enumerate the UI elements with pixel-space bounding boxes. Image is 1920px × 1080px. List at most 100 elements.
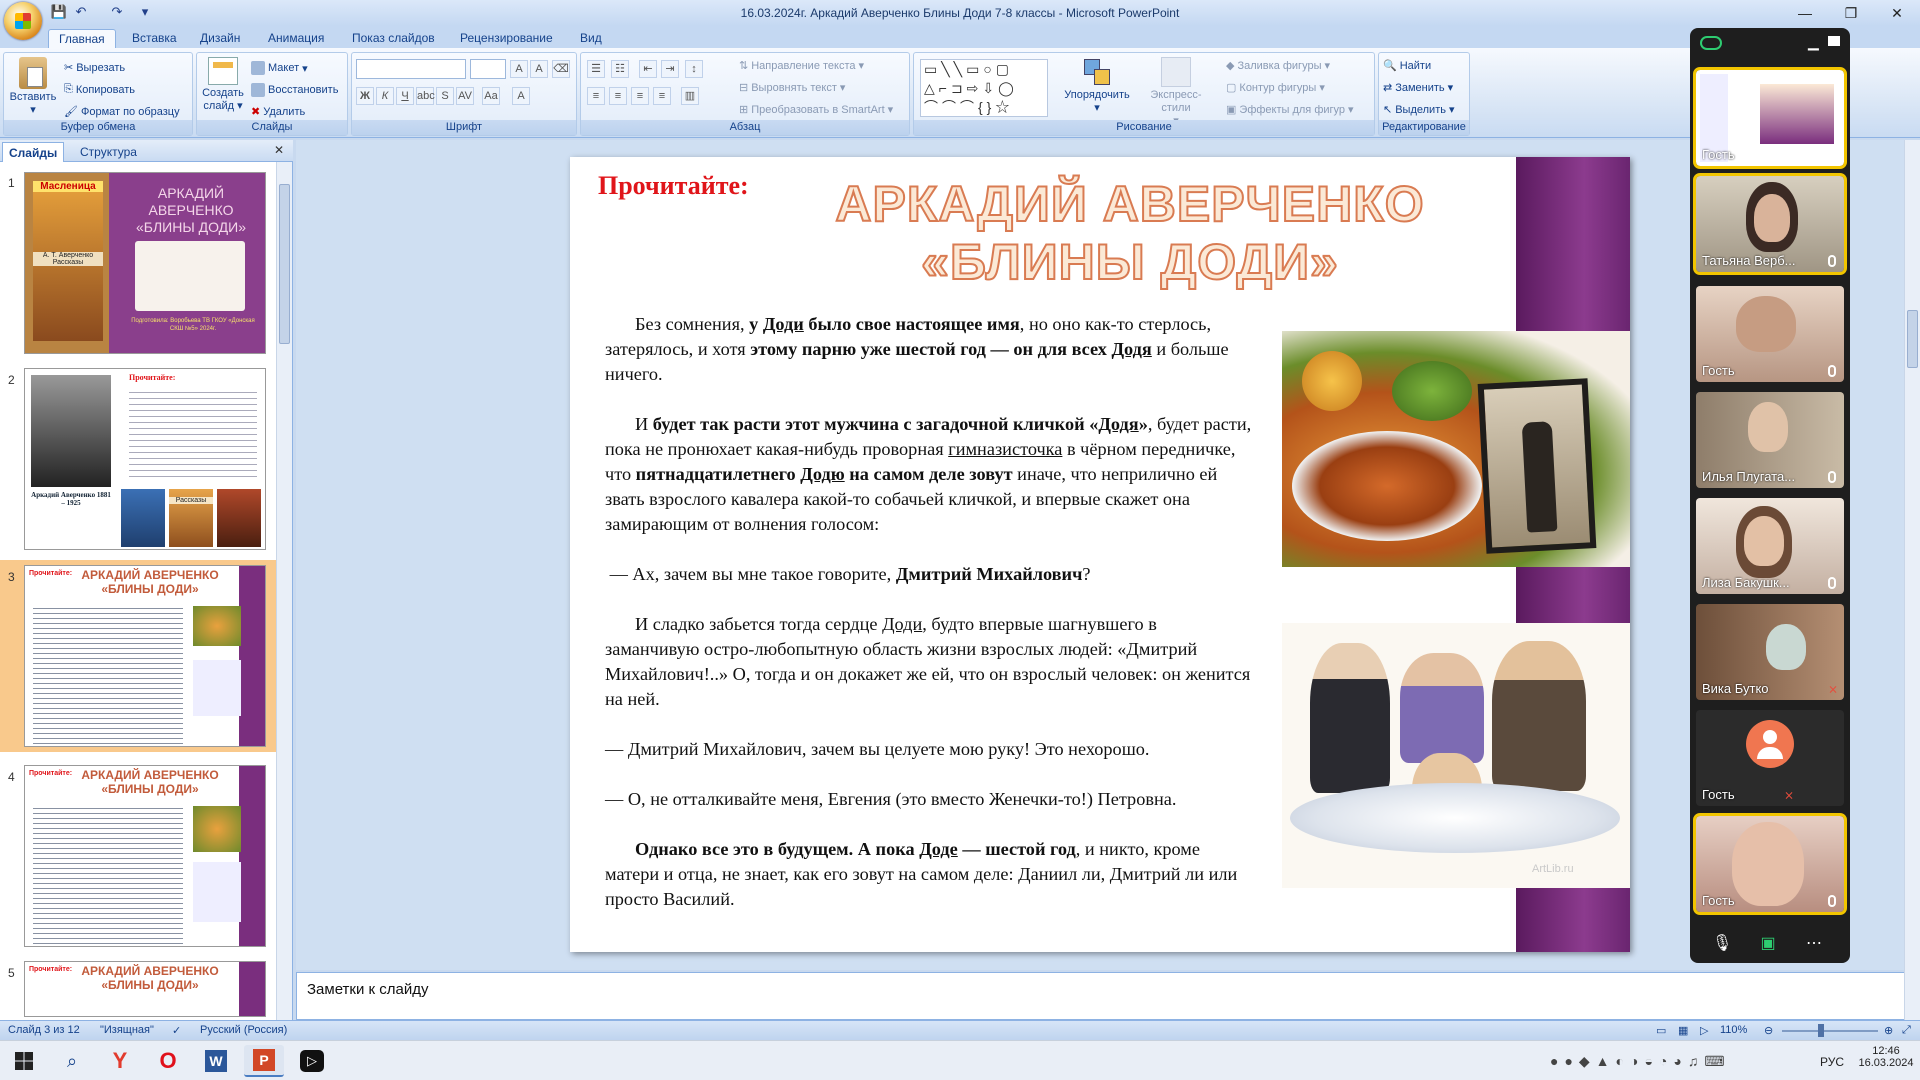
redo-icon[interactable]: ↷: [108, 3, 126, 21]
tab-animation[interactable]: Анимация: [258, 29, 334, 48]
minimize-button[interactable]: —: [1782, 0, 1828, 26]
layout-button[interactable]: Макет ▾: [251, 61, 308, 75]
undo-icon[interactable]: ↶: [72, 3, 90, 21]
participant-tile-4[interactable]: Илья Плугата...: [1696, 392, 1844, 488]
share-screen-icon[interactable]: ▣: [1758, 933, 1778, 953]
paste-button[interactable]: Вставить ▾: [8, 57, 58, 117]
theme-name[interactable]: "Изящная": [100, 1024, 154, 1036]
case-icon[interactable]: Aa: [482, 87, 500, 105]
find-button[interactable]: 🔍 Найти: [1383, 59, 1431, 73]
columns-icon[interactable]: ▥: [681, 87, 699, 105]
current-slide[interactable]: Прочитайте: АРКАДИЙ АВЕРЧЕНКО «БЛИНЫ ДОДИ…: [570, 157, 1630, 952]
tab-home[interactable]: Главная: [48, 29, 116, 48]
font-size-combo[interactable]: [470, 59, 506, 79]
restore-button[interactable]: ❐: [1828, 0, 1874, 26]
zoom-in-icon[interactable]: ⊕: [1884, 1024, 1893, 1037]
text-direction-button[interactable]: ⇅ Направление текста ▾: [739, 59, 864, 73]
more-options-icon[interactable]: ⋯: [1804, 933, 1824, 953]
shape-effects-button[interactable]: ▣ Эффекты для фигур ▾: [1226, 103, 1354, 117]
spacing-icon[interactable]: AV: [456, 87, 474, 105]
clear-format-icon[interactable]: ⌫: [552, 60, 570, 78]
fit-slide-icon[interactable]: ⤢: [1902, 1024, 1911, 1037]
minimize-panel-icon[interactable]: ▁: [1808, 34, 1819, 51]
close-button[interactable]: ✕: [1874, 0, 1920, 26]
normal-view-icon[interactable]: ▭: [1656, 1024, 1666, 1037]
shadow-icon[interactable]: S: [436, 87, 454, 105]
increase-indent-icon[interactable]: ⇥: [661, 60, 679, 78]
family-dinner-illustration[interactable]: ArtLib.ru: [1282, 623, 1630, 888]
quick-styles-button[interactable]: Экспресс-стили▾: [1136, 57, 1216, 128]
tab-review[interactable]: Рецензирование: [450, 29, 563, 48]
replace-button[interactable]: ⇄ Заменить ▾: [1383, 81, 1453, 95]
participant-tile-5[interactable]: Лиза Бакушк...: [1696, 498, 1844, 594]
zoom-level[interactable]: 110%: [1720, 1024, 1747, 1036]
participant-tile-8[interactable]: Гость: [1693, 813, 1847, 915]
participant-tile-6[interactable]: Вика Бутко ⨯: [1696, 604, 1844, 700]
format-painter-button[interactable]: 🖌 Формат по образцу: [64, 105, 180, 119]
strike-icon[interactable]: abc: [416, 87, 435, 105]
mute-mic-icon[interactable]: 🎙: [1712, 933, 1732, 953]
word-icon[interactable]: W: [196, 1045, 236, 1077]
pancakes-image[interactable]: [1282, 331, 1630, 567]
tab-outline[interactable]: Структура: [74, 142, 143, 162]
line-spacing-icon[interactable]: ↕: [685, 60, 703, 78]
slide-scrollbar[interactable]: [1904, 140, 1920, 1020]
tray-icons[interactable]: ●●◆▲◐◑◒◔◕♫⌨: [1550, 1053, 1731, 1070]
slide-thumbnail-5[interactable]: Прочитайте: АРКАДИЙ АВЕРЧЕНКО «БЛИНЫ ДОД…: [24, 961, 266, 1017]
zoom-slider[interactable]: [1782, 1030, 1878, 1032]
tab-insert[interactable]: Вставка: [122, 29, 187, 48]
align-center-icon[interactable]: ≡: [609, 87, 627, 105]
participant-tile-2[interactable]: Татьяна Верб...: [1693, 173, 1847, 275]
copy-button[interactable]: ⎘ Копировать: [64, 83, 135, 96]
office-button[interactable]: [4, 2, 42, 40]
yandex-browser-icon[interactable]: Y: [100, 1045, 140, 1077]
slideshow-view-icon[interactable]: ▷: [1700, 1024, 1708, 1037]
shape-outline-button[interactable]: ▢ Контур фигуры ▾: [1226, 81, 1325, 95]
slides-pane-scrollbar[interactable]: [276, 162, 292, 1020]
font-name-combo[interactable]: [356, 59, 466, 79]
numbering-icon[interactable]: ☷: [611, 60, 629, 78]
decrease-indent-icon[interactable]: ⇤: [639, 60, 657, 78]
smartart-button[interactable]: ⊞ Преобразовать в SmartArt ▾: [739, 103, 893, 117]
participant-tile-3[interactable]: Гость: [1696, 286, 1844, 382]
shapes-gallery[interactable]: ▭╲╲▭○▢ △⌐⊐⇨⇩◯ ⌒⌒⌒{}☆: [920, 59, 1048, 117]
slide-thumbnail-4[interactable]: Прочитайте: АРКАДИЙ АВЕРЧЕНКО «БЛИНЫ ДОД…: [24, 765, 266, 947]
scroll-thumb[interactable]: [279, 184, 290, 344]
customize-qa-icon[interactable]: ▾: [136, 3, 154, 21]
save-icon[interactable]: 💾: [50, 3, 68, 21]
close-pane-icon[interactable]: ✕: [274, 143, 284, 157]
participant-tile-1[interactable]: Гость: [1693, 67, 1847, 169]
search-icon[interactable]: ⌕: [52, 1045, 92, 1077]
shape-fill-button[interactable]: ◆ Заливка фигуры ▾: [1226, 59, 1330, 73]
expand-panel-icon[interactable]: [1828, 36, 1840, 46]
windows-start-icon[interactable]: [4, 1045, 44, 1077]
grow-font-icon[interactable]: A: [510, 60, 528, 78]
zoom-out-icon[interactable]: ⊖: [1764, 1024, 1773, 1037]
tab-design[interactable]: Дизайн: [190, 29, 250, 48]
language[interactable]: Русский (Россия): [200, 1024, 287, 1036]
tab-view[interactable]: Вид: [570, 29, 612, 48]
participant-tile-7[interactable]: Гость ⨯: [1696, 710, 1844, 806]
cut-button[interactable]: ✂ Вырезать: [64, 61, 125, 75]
shrink-font-icon[interactable]: A: [530, 60, 548, 78]
tab-slideshow[interactable]: Показ слайдов: [342, 29, 445, 48]
underline-icon[interactable]: Ч: [396, 87, 414, 105]
slide-thumbnail-2[interactable]: Аркадий Аверченко 1881 – 1925 Прочитайте…: [24, 368, 266, 550]
delete-slide-button[interactable]: ✖ Удалить: [251, 105, 305, 119]
sorter-view-icon[interactable]: ▦: [1678, 1024, 1688, 1037]
bullets-icon[interactable]: ☰: [587, 60, 605, 78]
select-button[interactable]: ↖ Выделить ▾: [1383, 103, 1455, 117]
bold-icon[interactable]: Ж: [356, 87, 374, 105]
spellcheck-icon[interactable]: ✓: [172, 1024, 181, 1037]
align-text-button[interactable]: ⊟ Выровнять текст ▾: [739, 81, 845, 95]
align-right-icon[interactable]: ≡: [631, 87, 649, 105]
opera-icon[interactable]: O: [148, 1045, 188, 1077]
scroll-thumb[interactable]: [1907, 310, 1918, 368]
powerpoint-icon[interactable]: P: [244, 1045, 284, 1077]
font-color-icon[interactable]: A: [512, 87, 530, 105]
italic-icon[interactable]: К: [376, 87, 394, 105]
arrange-button[interactable]: Упорядочить ▾: [1062, 57, 1132, 115]
tab-slides[interactable]: Слайды: [2, 142, 65, 162]
align-left-icon[interactable]: ≡: [587, 87, 605, 105]
clock[interactable]: 12:46 16.03.2024: [1856, 1045, 1916, 1069]
